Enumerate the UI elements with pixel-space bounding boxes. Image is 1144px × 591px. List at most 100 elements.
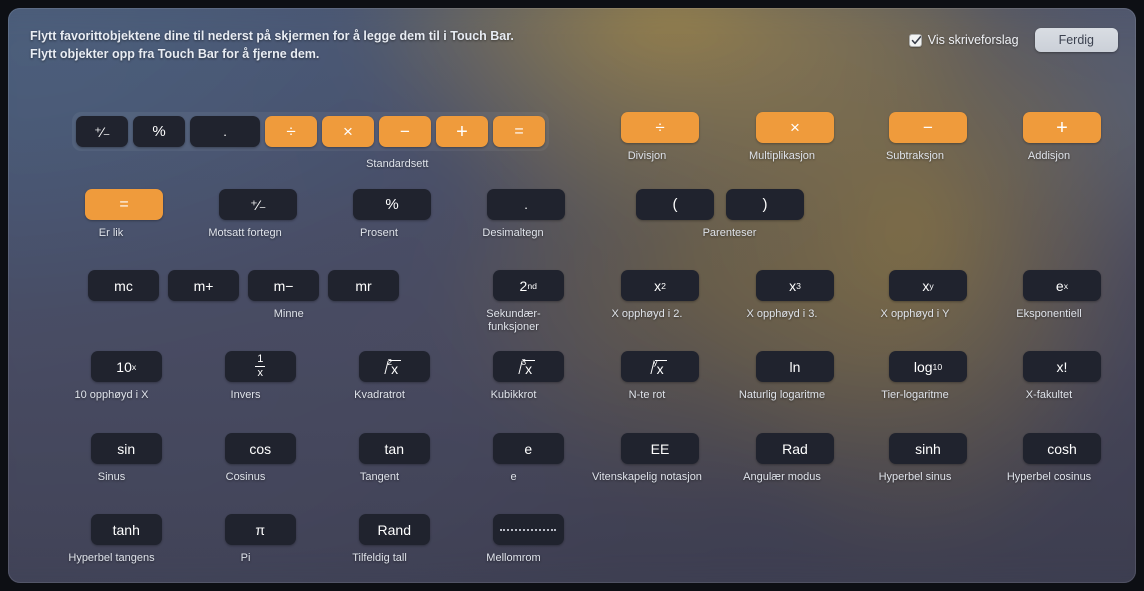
square-root-caption: Kvadratrot <box>354 389 405 401</box>
minus-key[interactable]: − <box>379 116 431 147</box>
equals-key[interactable]: = <box>85 189 163 220</box>
tangent-item[interactable]: tan Tangent <box>344 433 445 484</box>
subtraction-key[interactable]: − <box>889 112 967 143</box>
multiplication-key[interactable]: × <box>756 112 834 143</box>
memory-subtract-key[interactable]: m− <box>248 270 319 301</box>
x-squared-key[interactable]: x2 <box>621 270 699 301</box>
sign-toggle-key[interactable]: ⁺⁄₋ <box>76 116 128 147</box>
checkmark-icon[interactable] <box>908 33 922 47</box>
angular-mode-caption: Angulær modus <box>743 471 821 483</box>
opposite-sign-item[interactable]: ⁺⁄₋ Motsatt fortegn <box>206 189 310 240</box>
instruction-line-1: Flytt favorittobjektene dine til nederst… <box>30 29 514 43</box>
hyperbolic-sine-key[interactable]: sinh <box>889 433 967 464</box>
plus-key[interactable]: + <box>436 116 488 147</box>
standard-set-group-container: ⁺⁄₋%. ÷ × − + = <box>72 112 549 151</box>
standard-set-group[interactable]: ⁺⁄₋%. ÷ × − + = Standardsett <box>72 112 549 171</box>
decimal-point-item[interactable]: . Desimaltegn <box>474 189 578 240</box>
log-ten-caption: Tier-logaritme <box>881 389 949 401</box>
left-paren-key[interactable]: ( <box>636 189 714 220</box>
cosine-item[interactable]: cos Cosinus <box>210 433 311 484</box>
square-root-key[interactable]: 2x <box>358 351 430 382</box>
natural-log-key[interactable]: ln <box>756 351 834 382</box>
nth-root-item[interactable]: y x N-te rot <box>608 351 712 402</box>
divide-key[interactable]: ÷ <box>265 116 317 147</box>
memory-clear-key[interactable]: mc <box>88 270 159 301</box>
euler-item[interactable]: ee <box>478 433 579 484</box>
natural-log-caption: Naturlig logaritme <box>738 389 826 401</box>
angular-mode-key[interactable]: Rad <box>756 433 834 464</box>
x-to-y-item[interactable]: xy X opphøyd i Y <box>876 270 980 321</box>
random-caption: Tilfeldig tall <box>352 552 407 564</box>
parentheses-group-container: () <box>636 189 804 220</box>
space-item[interactable]: Mellomrom <box>478 514 579 565</box>
second-functions-item[interactable]: 2nd Sekundær- funksjoner <box>478 270 579 334</box>
percent-item[interactable]: % Prosent <box>340 189 444 240</box>
natural-log-item[interactable]: ln Naturlig logaritme <box>739 351 847 402</box>
hyperbolic-tangent-key[interactable]: tanh <box>90 514 162 545</box>
pi-item[interactable]: π Pi <box>210 514 311 565</box>
opposite-sign-caption: Motsatt fortegn <box>208 227 282 239</box>
subtraction-caption: Subtraksjon <box>885 150 945 162</box>
cube-root-item[interactable]: 3 x Kubikkrot <box>478 351 579 402</box>
factorial-key[interactable]: x! <box>1023 351 1101 382</box>
hyperbolic-cosine-key[interactable]: cosh <box>1023 433 1101 464</box>
square-root-item[interactable]: 2 x Kvadratrot <box>344 351 445 402</box>
exponential-key[interactable]: ex <box>1023 270 1101 301</box>
cosine-caption: Cosinus <box>225 471 266 483</box>
exponential-item[interactable]: e x Eksponentiell <box>1010 270 1114 321</box>
cosine-key[interactable]: cos <box>224 433 296 464</box>
equals-key[interactable]: = <box>493 116 545 147</box>
division-caption: Divisjon <box>627 150 667 162</box>
decimal-point-key[interactable]: . <box>190 116 260 147</box>
addition-key[interactable]: + <box>1023 112 1101 143</box>
right-paren-key[interactable]: ) <box>726 189 804 220</box>
x-cubed-item[interactable]: x3 X opphøyd i 3. <box>743 270 847 321</box>
multiplication-item[interactable]: × Multiplikasjon <box>743 112 847 163</box>
angular-mode-item[interactable]: Rad Angulær modus <box>743 433 847 484</box>
nth-root-key[interactable]: yx <box>621 351 699 382</box>
hyperbolic-cosine-item[interactable]: cosh Hyperbel cosinus <box>1007 433 1114 484</box>
space-key[interactable] <box>492 514 564 545</box>
addition-item[interactable]: + Addisjon <box>1010 112 1114 163</box>
ten-to-x-key[interactable]: 10 x <box>90 351 162 382</box>
typing-suggestions-checkbox[interactable]: Vis skriveforslag <box>908 33 1019 47</box>
division-key[interactable]: ÷ <box>621 112 699 143</box>
done-button[interactable]: Ferdig <box>1034 28 1118 52</box>
sine-item[interactable]: sin Sinus <box>76 433 177 484</box>
x-cubed-key[interactable]: x3 <box>756 270 834 301</box>
division-item[interactable]: ÷ Divisjon <box>608 112 712 163</box>
inverse-item[interactable]: 1 x Invers <box>210 351 311 402</box>
cube-root-key[interactable]: 3x <box>492 351 564 382</box>
decimal-point-key[interactable]: . <box>487 189 565 220</box>
factorial-item[interactable]: x! X-fakultet <box>1010 351 1114 402</box>
x-to-y-key[interactable]: xy <box>889 270 967 301</box>
second-functions-key[interactable]: 2nd <box>492 270 564 301</box>
log-ten-item[interactable]: log 10 Tier-logaritme <box>876 351 980 402</box>
sine-caption: Sinus <box>97 471 126 483</box>
x-to-y-caption: X opphøyd i Y <box>880 308 950 320</box>
subtraction-item[interactable]: − Subtraksjon <box>876 112 980 163</box>
percent-key[interactable]: % <box>133 116 185 147</box>
hyperbolic-sine-item[interactable]: sinh Hyperbel sinus <box>876 433 980 484</box>
opposite-sign-key[interactable]: ⁺⁄₋ <box>219 189 297 220</box>
memory-add-key[interactable]: m+ <box>168 270 239 301</box>
equals-item[interactable]: = Er lik <box>72 189 176 240</box>
sine-key[interactable]: sin <box>90 433 162 464</box>
scientific-notation-item[interactable]: EE Vitenskapelig notasjon <box>592 433 712 484</box>
scientific-notation-key[interactable]: EE <box>621 433 699 464</box>
random-item[interactable]: Rand Tilfeldig tall <box>344 514 445 565</box>
hyperbolic-tangent-item[interactable]: tanh Hyperbel tangens <box>68 514 177 565</box>
tangent-key[interactable]: tan <box>358 433 430 464</box>
memory-group[interactable]: mc m+ m− mr Minne <box>88 270 399 321</box>
euler-key[interactable]: e <box>492 433 564 464</box>
inverse-key[interactable]: 1x <box>224 351 296 382</box>
percent-key[interactable]: % <box>353 189 431 220</box>
random-key[interactable]: Rand <box>358 514 430 545</box>
log-ten-key[interactable]: log 10 <box>889 351 967 382</box>
multiply-key[interactable]: × <box>322 116 374 147</box>
parentheses-group[interactable]: () Parenteser <box>636 189 804 240</box>
x-squared-item[interactable]: x2 X opphøyd i 2. <box>608 270 712 321</box>
ten-to-x-item[interactable]: 10 x 10 opphøyd i X <box>75 351 177 402</box>
memory-recall-key[interactable]: mr <box>328 270 399 301</box>
pi-key[interactable]: π <box>224 514 296 545</box>
